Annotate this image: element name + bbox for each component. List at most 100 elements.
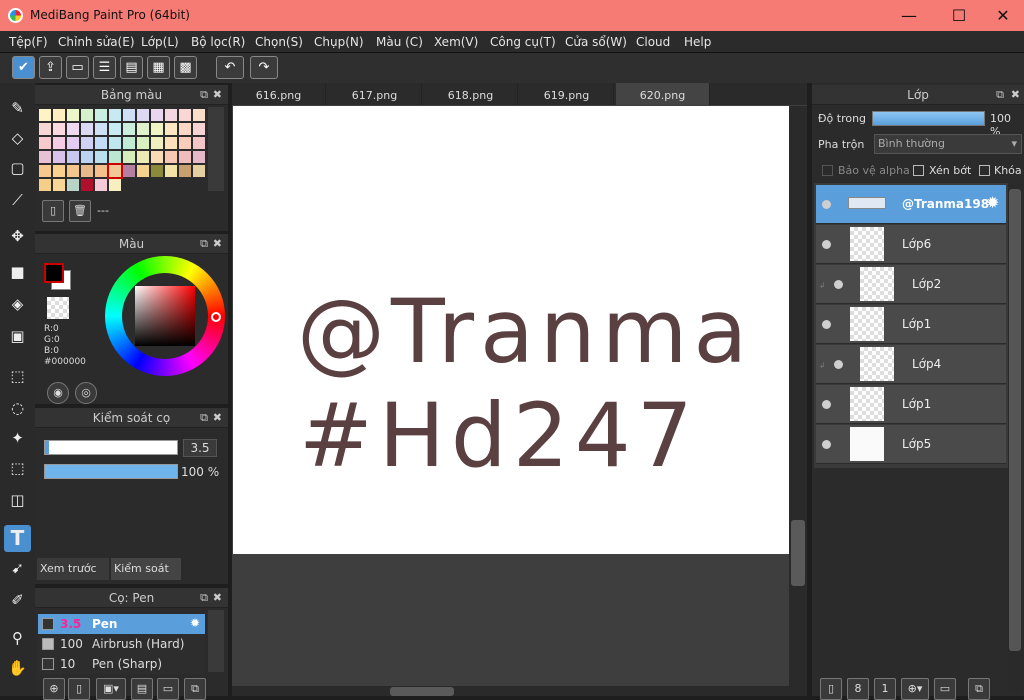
select-rect-tool-icon[interactable]: ⬚ xyxy=(4,363,31,390)
popout-icon[interactable]: ⧉ xyxy=(200,85,208,105)
color-swatch[interactable] xyxy=(137,137,149,149)
list-icon[interactable]: ▦ xyxy=(147,56,170,79)
color-swatch[interactable] xyxy=(67,165,79,177)
color-swatch[interactable] xyxy=(39,151,51,163)
color-swatch[interactable] xyxy=(109,151,121,163)
menu-edit[interactable]: Chỉnh sửa(E) xyxy=(58,35,135,49)
color-swatch[interactable] xyxy=(53,179,65,191)
visibility-icon[interactable] xyxy=(834,360,843,369)
eraser-tool-icon[interactable]: ◇ xyxy=(4,125,31,152)
canvas-hscroll[interactable] xyxy=(232,686,789,696)
color-swatch[interactable] xyxy=(179,151,191,163)
layer-folder-icon[interactable]: ▭ xyxy=(934,678,956,700)
visibility-icon[interactable] xyxy=(822,200,831,209)
color-swatch[interactable] xyxy=(95,165,107,177)
popout-icon[interactable]: ⧉ xyxy=(200,234,208,254)
color-swatch[interactable] xyxy=(39,137,51,149)
new-layer-icon[interactable]: ▯ xyxy=(820,678,842,700)
undo-icon[interactable]: ↶ xyxy=(216,56,244,79)
menu-filter[interactable]: Bộ lọc(R) xyxy=(191,35,245,49)
visibility-icon[interactable] xyxy=(834,280,843,289)
color-swatch[interactable] xyxy=(193,151,205,163)
brush-scrollbar[interactable] xyxy=(208,610,224,672)
color-swatch[interactable] xyxy=(123,109,135,121)
popout-icon[interactable]: ⧉ xyxy=(200,408,208,428)
color-swatch[interactable] xyxy=(53,109,65,121)
redo-icon[interactable]: ↷ xyxy=(250,56,278,79)
color-swatch[interactable] xyxy=(67,137,79,149)
text-tool-icon[interactable]: T xyxy=(4,525,31,552)
brush-item[interactable]: 3.5 Pen ✹ xyxy=(38,614,205,634)
chat-icon[interactable]: ☰ xyxy=(93,56,116,79)
color-swatch[interactable] xyxy=(123,137,135,149)
close-panel-icon[interactable]: ✖ xyxy=(1011,85,1020,105)
color-swatch[interactable] xyxy=(53,165,65,177)
add-layer-menu-icon[interactable]: ⊕▾ xyxy=(901,678,929,700)
color-swatch[interactable] xyxy=(39,109,51,121)
foreground-color-swatch[interactable] xyxy=(44,263,64,283)
color-swatch[interactable] xyxy=(95,137,107,149)
menu-window[interactable]: Cửa sổ(W) xyxy=(565,35,627,49)
menu-color[interactable]: Màu (C) xyxy=(376,35,423,49)
color-picker-icon[interactable]: ◎ xyxy=(75,382,97,404)
menu-help[interactable]: Help xyxy=(684,35,711,49)
clip-checkbox[interactable] xyxy=(913,165,924,176)
brush-add-icon[interactable]: ⊕ xyxy=(43,678,65,700)
tab-618[interactable]: 618.png xyxy=(424,83,518,105)
comment-icon[interactable]: ▭ xyxy=(66,56,89,79)
hand-tool-icon[interactable]: ✋ xyxy=(4,655,31,682)
layer-opacity-slider[interactable] xyxy=(872,111,985,126)
color-swatch[interactable] xyxy=(123,165,135,177)
lock-checkbox[interactable] xyxy=(979,165,990,176)
color-swatch[interactable] xyxy=(67,151,79,163)
color-swatch[interactable] xyxy=(109,179,121,191)
visibility-icon[interactable] xyxy=(822,320,831,329)
export-icon[interactable]: ⇪ xyxy=(39,56,62,79)
color-swatch[interactable] xyxy=(81,123,93,135)
color-swatch[interactable] xyxy=(179,109,191,121)
hue-handle[interactable] xyxy=(211,312,221,322)
popout-icon[interactable]: ⧉ xyxy=(996,85,1004,105)
color-swatch[interactable] xyxy=(39,123,51,135)
magic-wand-tool-icon[interactable]: ✦ xyxy=(4,425,31,452)
visibility-icon[interactable] xyxy=(822,400,831,409)
brush-new-icon[interactable]: ▯ xyxy=(68,678,90,700)
brush-folder-icon[interactable]: ▭ xyxy=(157,678,179,700)
lasso-tool-icon[interactable]: ◌ xyxy=(4,395,31,422)
menu-tools[interactable]: Công cụ(T) xyxy=(490,35,556,49)
color-swatch[interactable] xyxy=(137,151,149,163)
gear-icon[interactable]: ✹ xyxy=(986,193,999,212)
color-swatch[interactable] xyxy=(193,137,205,149)
brush-item[interactable]: 10 Pen (Sharp) xyxy=(38,654,205,674)
layer-item[interactable]: @Tranma198 ✹ xyxy=(816,185,1006,224)
brush-duplicate-icon[interactable]: ⧉ xyxy=(184,678,206,700)
gear-icon[interactable]: ✹ xyxy=(190,616,200,630)
color-swatch[interactable] xyxy=(81,151,93,163)
brush-menu-icon[interactable]: ▣▾ xyxy=(96,678,126,700)
color-swatch[interactable] xyxy=(109,137,121,149)
color-swatch[interactable] xyxy=(95,109,107,121)
color-swatch[interactable] xyxy=(95,123,107,135)
color-swatch[interactable] xyxy=(165,151,177,163)
duplicate-layer-icon[interactable]: ⧉ xyxy=(968,678,990,700)
close-panel-icon[interactable]: ✖ xyxy=(213,234,222,254)
color-swatch[interactable] xyxy=(165,123,177,135)
color-swatch[interactable] xyxy=(67,109,79,121)
drawing-canvas[interactable]: @Tranma l #Hd247 xyxy=(233,106,789,554)
grid-icon[interactable]: ▩ xyxy=(174,56,197,79)
cloud-save-icon[interactable]: ✔ xyxy=(12,56,35,79)
delete-palette-icon[interactable]: 🗑 xyxy=(69,200,91,222)
close-panel-icon[interactable]: ✖ xyxy=(213,408,222,428)
layer-scrollbar[interactable] xyxy=(1008,183,1022,693)
palette-scrollbar[interactable] xyxy=(208,107,224,191)
saturation-value-square[interactable] xyxy=(135,286,195,346)
color-swatch[interactable] xyxy=(151,109,163,121)
color-swatch[interactable] xyxy=(39,179,51,191)
close-panel-icon[interactable]: ✖ xyxy=(213,85,222,105)
tab-617[interactable]: 617.png xyxy=(328,83,422,105)
layer-item[interactable]: ↲ Lớp4 xyxy=(816,345,1006,384)
color-swatch[interactable] xyxy=(95,151,107,163)
transparent-color-swatch[interactable] xyxy=(47,297,69,319)
layer-item[interactable]: Lớp6 xyxy=(816,225,1006,264)
color-swatch[interactable] xyxy=(67,179,79,191)
